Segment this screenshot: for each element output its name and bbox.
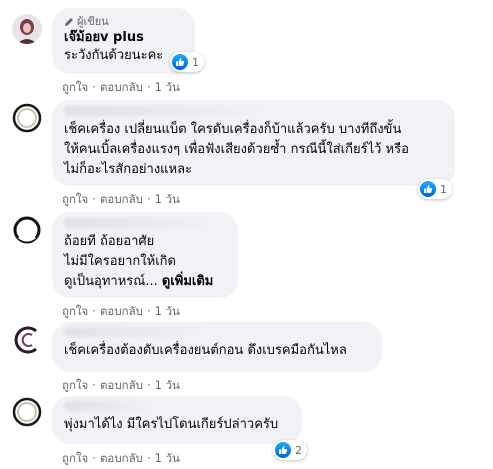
- reaction-count: 1: [192, 55, 199, 69]
- author-badge-label: ผู้เขียน: [77, 15, 109, 28]
- comment-text-line: ดูเป็นอุทาหรณ์... ดูเพิ่มเติม: [64, 272, 226, 292]
- timestamp[interactable]: 1 วัน: [155, 80, 180, 94]
- like-button[interactable]: ถูกใจ: [62, 192, 88, 206]
- reply-button[interactable]: ตอบกลับ: [100, 304, 143, 318]
- separator-dot: ·: [146, 304, 151, 318]
- timestamp[interactable]: 1 วัน: [155, 378, 180, 392]
- like-button[interactable]: ถูกใจ: [62, 451, 88, 465]
- separator-dot: ·: [92, 451, 96, 465]
- comment-text-line: ระวังกันด้วยนะคะ: [64, 48, 164, 63]
- separator-dot: ·: [146, 192, 151, 206]
- separator-dot: ·: [146, 80, 151, 94]
- reaction-count: 1: [440, 182, 447, 196]
- avatar[interactable]: [12, 397, 42, 427]
- reaction-badge[interactable]: 1: [170, 52, 204, 72]
- like-button[interactable]: ถูกใจ: [62, 304, 88, 318]
- reply-button[interactable]: ตอบกลับ: [100, 192, 143, 206]
- timestamp[interactable]: 1 วัน: [155, 192, 180, 206]
- comment-actions: ถูกใจ · ตอบกลับ · 1 วัน: [62, 451, 180, 465]
- redacted-author-name: [64, 106, 264, 116]
- avatar[interactable]: [12, 325, 42, 355]
- redacted-author-name: [64, 218, 214, 228]
- comment-text-line: ไม่มีใครอยากให้เกิด: [64, 254, 176, 269]
- pencil-icon: [65, 17, 73, 26]
- comment-text-line: ถ้อยที ถ้อยอาศัย: [64, 234, 155, 249]
- comment-bubble: เช็คเครื่อง เปลี่ยนแบ็ต ใครดับเครื่องก็บ…: [52, 100, 455, 186]
- comment-bubble: ถ้อยที ถ้อยอาศัย ไม่มีใครอยากให้เกิด ดูเ…: [52, 212, 238, 298]
- thumbs-up-icon: [275, 442, 291, 458]
- avatar[interactable]: [12, 215, 42, 245]
- redacted-author-name: [64, 327, 204, 337]
- author-badge: ผู้เขียน: [64, 15, 183, 28]
- comment-text-line: ให้คนเบิ้ลเครื่องแรงๆ เพื่อฟังเสียงด้วยซ…: [64, 142, 409, 157]
- like-button[interactable]: ถูกใจ: [62, 80, 88, 94]
- reply-button[interactable]: ตอบกลับ: [100, 378, 143, 392]
- comment-bubble: เช็คเครื่องต้องดับเครื่องยนต์กอน ดึงเบรค…: [52, 322, 382, 372]
- reply-button[interactable]: ตอบกลับ: [100, 80, 143, 94]
- separator-dot: ·: [92, 304, 96, 318]
- comment-actions: ถูกใจ · ตอบกลับ · 1 วัน: [62, 80, 180, 94]
- timestamp[interactable]: 1 วัน: [155, 451, 180, 465]
- redacted-author-name: [64, 401, 154, 411]
- comment-actions: ถูกใจ · ตอบกลับ · 1 วัน: [62, 192, 180, 206]
- thumbs-up-icon: [420, 181, 436, 197]
- reply-button[interactable]: ตอบกลับ: [100, 451, 143, 465]
- comment-text-line: เช็คเครื่องต้องดับเครื่องยนต์กอน ดึงเบรค…: [64, 343, 347, 358]
- comment-text-line: พุ่งมาได้ไง มีใครไปโดนเกียร์ปล่าวครับ: [64, 417, 279, 432]
- separator-dot: ·: [92, 192, 96, 206]
- separator-dot: ·: [146, 378, 151, 392]
- comment-actions: ถูกใจ · ตอบกลับ · 1 วัน: [62, 378, 180, 392]
- separator-dot: ·: [146, 451, 151, 465]
- see-more-link[interactable]: ดูเพิ่มเติม: [162, 274, 213, 289]
- like-button[interactable]: ถูกใจ: [62, 378, 88, 392]
- avatar[interactable]: [12, 103, 42, 133]
- comment-text-line: ไม่ก็อะไรสักอย่างแหละ: [64, 162, 193, 177]
- timestamp[interactable]: 1 วัน: [155, 304, 180, 318]
- author-name[interactable]: เจ๊ม้อยv plus: [64, 29, 183, 46]
- comment-text-line: เช็คเครื่อง เปลี่ยนแบ็ต ใครดับเครื่องก็บ…: [64, 122, 402, 137]
- avatar[interactable]: [12, 14, 42, 44]
- separator-dot: ·: [92, 378, 96, 392]
- reaction-badge[interactable]: 1: [418, 179, 452, 199]
- comment-bubble: พุ่งมาได้ไง มีใครไปโดนเกียร์ปล่าวครับ: [52, 396, 302, 444]
- reaction-count: 2: [295, 443, 302, 457]
- separator-dot: ·: [92, 80, 96, 94]
- reaction-badge[interactable]: 2: [273, 440, 307, 460]
- comment-actions: ถูกใจ · ตอบกลับ · 1 วัน: [62, 304, 180, 318]
- comment-text-truncated: ดูเป็นอุทาหรณ์...: [64, 274, 158, 289]
- thumbs-up-icon: [172, 54, 188, 70]
